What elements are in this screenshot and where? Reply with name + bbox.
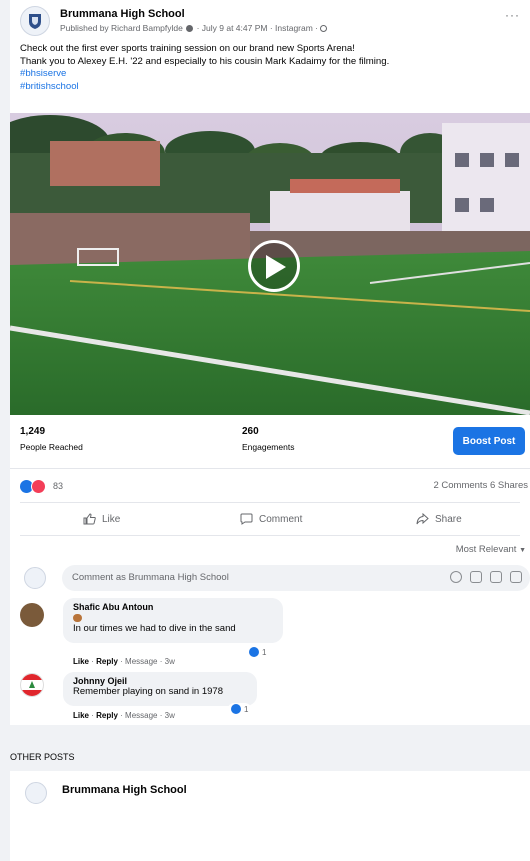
school-crest-icon xyxy=(29,14,41,29)
divider xyxy=(10,468,530,469)
divider xyxy=(20,535,520,536)
like-label: Like xyxy=(102,513,121,525)
page-avatar[interactable] xyxy=(25,782,47,804)
comment-reaction-badge[interactable]: 1 xyxy=(246,646,270,658)
more-options-button[interactable]: ··· xyxy=(505,8,520,22)
comments-count-link[interactable]: 2 Comments xyxy=(433,480,487,491)
comment-actions: Like · Reply · Message · 3w xyxy=(73,711,175,720)
comment-bubble: Shafic Abu Antoun In our times we had to… xyxy=(63,598,283,643)
boost-post-button[interactable]: Boost Post xyxy=(453,427,525,455)
share-label: Share xyxy=(435,513,462,525)
share-button[interactable]: Share xyxy=(416,508,462,530)
like-reaction-icon xyxy=(249,647,259,657)
post-text-line-2: Thank you to Alexey E.H. '22 and especia… xyxy=(20,55,390,67)
lebanon-flag-icon xyxy=(21,674,43,696)
sticker-icon[interactable] xyxy=(510,571,522,583)
shares-count-link[interactable]: 6 Shares xyxy=(490,480,528,491)
share-icon xyxy=(416,513,429,525)
hashtag-link[interactable]: #bhsiserve xyxy=(20,68,520,81)
engagement-counts: 2 Comments 6 Shares xyxy=(433,480,528,491)
comment-author[interactable]: Shafic Abu Antoun xyxy=(73,602,273,612)
play-icon xyxy=(266,255,286,279)
divider xyxy=(20,502,520,503)
comment-text: In our times we had to dive in the sand xyxy=(73,623,236,634)
comment-reply-link[interactable]: Reply xyxy=(96,711,118,720)
comment-like-link[interactable]: Like xyxy=(73,711,89,720)
caret-down-icon: ▼ xyxy=(519,547,526,554)
like-button[interactable]: Like xyxy=(83,508,120,530)
reactions-summary[interactable]: 83 xyxy=(20,478,63,494)
video-player[interactable] xyxy=(10,113,530,415)
post-time[interactable]: · July 9 at 4:47 PM · Instagram · xyxy=(197,23,318,33)
love-reaction-icon xyxy=(31,478,46,494)
commenter-avatar[interactable] xyxy=(20,673,44,697)
post-meta: Published by Richard Bampfylde · July 9 … xyxy=(60,23,328,33)
people-reached-label: People Reached xyxy=(20,442,83,452)
comment-reply-link[interactable]: Reply xyxy=(96,657,118,666)
post-text: Check out the first ever sports training… xyxy=(20,43,520,93)
play-button[interactable] xyxy=(248,240,300,292)
gif-icon[interactable] xyxy=(490,571,502,583)
comment-text: Remember playing on sand in 1978 xyxy=(73,686,223,697)
page-avatar[interactable] xyxy=(20,6,50,36)
people-reached-value: 1,249 xyxy=(20,426,46,437)
post-actions: Like Comment Share xyxy=(10,508,530,532)
next-post-card: Brummana High School xyxy=(10,771,530,861)
comment-input[interactable]: Comment as Brummana High School xyxy=(62,565,530,591)
comment-bubble: Johnny Ojeil Remember playing on sand in… xyxy=(63,672,257,706)
info-icon xyxy=(186,25,194,32)
comment-icon xyxy=(240,513,253,525)
comment-tools xyxy=(450,571,522,583)
globe-icon xyxy=(320,25,328,32)
comment-reaction-count: 1 xyxy=(244,704,249,714)
publisher-text: Published by Richard Bampfylde xyxy=(60,23,183,33)
post-insights: 1,249 People Reached 260 Engagements Boo… xyxy=(10,415,530,467)
commenter-avatar[interactable] xyxy=(20,603,44,627)
comment-reaction-count: 1 xyxy=(262,647,267,657)
page-name[interactable]: Brummana High School xyxy=(62,784,187,796)
engagements-value: 260 xyxy=(242,426,259,437)
comment-input-placeholder: Comment as Brummana High School xyxy=(72,572,229,583)
comment-meta: · Message · 3w xyxy=(120,657,175,666)
post-header: Brummana High School Published by Richar… xyxy=(20,6,520,36)
comment-sort-dropdown[interactable]: Most Relevant ▼ xyxy=(456,544,526,555)
fist-emoji-icon xyxy=(73,614,82,622)
camera-icon[interactable] xyxy=(470,571,482,583)
thumbs-up-icon xyxy=(83,513,96,525)
hashtag-link[interactable]: #britishschool xyxy=(20,81,520,94)
reaction-count: 83 xyxy=(53,481,64,491)
comment-like-link[interactable]: Like xyxy=(73,657,89,666)
page-name[interactable]: Brummana High School xyxy=(60,8,185,20)
post-text-line-1: Check out the first ever sports training… xyxy=(20,43,355,54)
comment-button[interactable]: Comment xyxy=(240,508,302,530)
other-posts-heading: OTHER POSTS xyxy=(10,752,75,762)
comment-reaction-badge[interactable]: 1 xyxy=(228,703,252,715)
comment-sort-label: Most Relevant xyxy=(455,544,517,555)
page-avatar-small xyxy=(24,567,46,589)
engagements-label: Engagements xyxy=(242,442,295,452)
emoji-icon[interactable] xyxy=(450,571,462,583)
comment-meta: · Message · 3w xyxy=(120,711,175,720)
comment-author[interactable]: Johnny Ojeil xyxy=(73,676,247,686)
comment-actions: Like · Reply · Message · 3w xyxy=(73,657,175,666)
comment-label: Comment xyxy=(259,513,303,525)
post-card: Brummana High School Published by Richar… xyxy=(10,0,530,725)
like-reaction-icon xyxy=(231,704,241,714)
